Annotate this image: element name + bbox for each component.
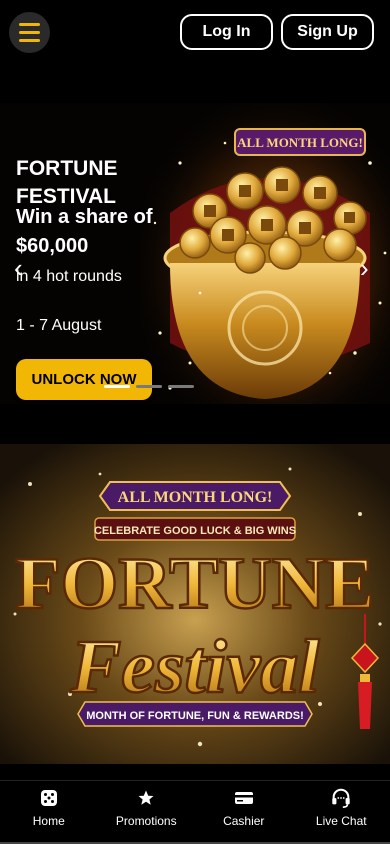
promo-badge: ALL MONTH LONG! <box>118 489 273 506</box>
credit-card-icon <box>233 787 255 809</box>
login-button[interactable]: Log In <box>180 14 273 50</box>
star-icon <box>135 787 157 809</box>
top-header: Log In Sign Up <box>0 0 390 70</box>
hero-subtitle: in 4 hot rounds <box>16 268 122 285</box>
nav-live-chat[interactable]: Live Chat <box>293 781 390 844</box>
fortune-festival-artwork: ALL MONTH LONG! CELEBRATE GOOD LUCK & BI… <box>0 444 390 764</box>
nav-home[interactable]: Home <box>0 781 97 844</box>
nav-promotions[interactable]: Promotions <box>98 781 195 844</box>
nav-cashier-label: Cashier <box>223 814 265 828</box>
hamburger-icon[interactable] <box>9 12 50 53</box>
headset-icon <box>330 787 352 809</box>
chevron-left-icon[interactable]: ‹ <box>14 253 23 284</box>
hero-badge: ALL MONTH LONG! <box>237 135 363 150</box>
unlock-now-button[interactable]: UNLOCK NOW <box>16 359 152 400</box>
fortune-festival-banner[interactable]: ALL MONTH LONG! CELEBRATE GOOD LUCK & BI… <box>0 444 390 764</box>
carousel-dot[interactable] <box>136 385 162 388</box>
signup-button[interactable]: Sign Up <box>281 14 374 50</box>
hero-carousel[interactable]: ALL MONTH LONG! FORTUNE FESTIVAL Win a s… <box>0 103 390 404</box>
nav-live-chat-label: Live Chat <box>315 814 367 828</box>
promo-tagline: CELEBRATE GOOD LUCK & BIG WINS <box>94 525 296 537</box>
promo-title-line1: FORTUNE <box>15 543 374 625</box>
hero-headline: Win a share of $60,000 <box>16 206 153 257</box>
carousel-dot[interactable] <box>104 385 130 388</box>
chevron-right-icon[interactable]: › <box>360 253 369 284</box>
dice-icon <box>38 787 60 809</box>
hero-date: 1 - 7 August <box>16 317 102 334</box>
promo-footer: MONTH OF FORTUNE, FUN & REWARDS! <box>86 710 304 722</box>
nav-home-label: Home <box>32 814 65 828</box>
nav-promotions-label: Promotions <box>115 814 177 828</box>
promo-title-line2: Festival <box>69 625 319 709</box>
carousel-dot[interactable] <box>168 385 194 388</box>
bottom-navigation: Home Promotions Cashier Live Chat <box>0 780 390 844</box>
carousel-dots <box>104 385 194 388</box>
nav-cashier[interactable]: Cashier <box>195 781 292 844</box>
